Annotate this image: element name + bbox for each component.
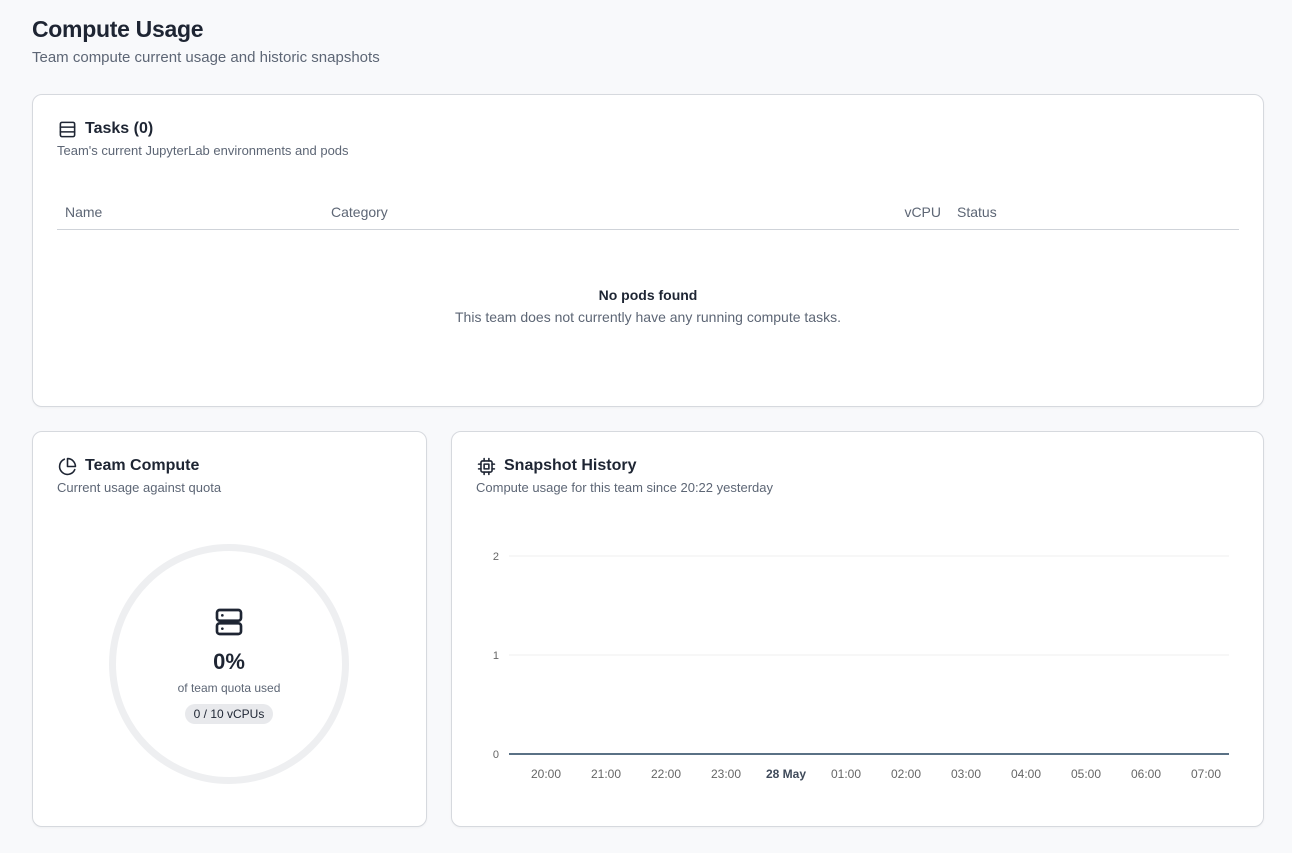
column-header-status[interactable]: Status	[949, 204, 1239, 220]
team-compute-description: Current usage against quota	[57, 480, 222, 495]
x-tick-label: 03:00	[951, 767, 981, 781]
snapshot-history-chart: 0 1 2 20:00 21:00 22:00 23:00 28 May 01:00 02:00 0…	[493, 551, 1229, 781]
empty-state-title: No pods found	[598, 287, 698, 303]
x-tick-label: 21:00	[591, 767, 621, 781]
tasks-title-row: Tasks (0)	[57, 119, 1239, 139]
team-compute-title: Team Compute	[85, 457, 200, 474]
x-tick-label: 23:00	[711, 767, 741, 781]
x-tick-label: 07:00	[1191, 767, 1221, 781]
y-tick-label: 0	[493, 749, 499, 761]
tasks-title: Tasks (0)	[85, 120, 154, 137]
quota-gauge: 0% of team quota used 0 / 10 vCPUs	[109, 544, 349, 784]
y-tick-label: 1	[493, 650, 499, 662]
x-tick-label: 02:00	[891, 767, 921, 781]
x-tick-label: 06:00	[1131, 767, 1161, 781]
page-title: Compute Usage	[32, 16, 204, 42]
column-header-category[interactable]: Category	[323, 204, 897, 220]
snapshot-history-card: Snapshot History Compute usage for this …	[451, 431, 1264, 827]
pie-chart-icon	[57, 456, 77, 476]
empty-state: No pods found This team does not current…	[33, 287, 1263, 325]
quota-caption: of team quota used	[177, 681, 281, 695]
x-tick-label: 28 May	[766, 767, 806, 781]
x-tick-label: 05:00	[1071, 767, 1101, 781]
column-header-name[interactable]: Name	[57, 204, 323, 220]
gauge-content: 0% of team quota used 0 / 10 vCPUs	[116, 606, 342, 724]
tasks-table: Name Category vCPU Status	[57, 195, 1239, 230]
table-header: Name Category vCPU Status	[57, 195, 1239, 230]
table-icon	[57, 119, 77, 139]
x-tick-label: 04:00	[1011, 767, 1041, 781]
team-compute-title-row: Team Compute	[57, 456, 402, 476]
vcpu-badge: 0 / 10 vCPUs	[184, 704, 274, 724]
x-tick-label: 01:00	[831, 767, 861, 781]
server-icon	[213, 608, 245, 642]
page-header: Compute Usage Team compute current usage…	[32, 16, 380, 66]
y-tick-label: 2	[493, 551, 499, 563]
quota-percent: 0%	[213, 649, 245, 674]
team-compute-card: Team Compute Current usage against quota…	[32, 431, 427, 827]
tasks-card: Tasks (0) Team's current JupyterLab envi…	[32, 94, 1264, 407]
column-header-vcpu[interactable]: vCPU	[897, 204, 949, 220]
empty-state-description: This team does not currently have any ru…	[455, 309, 841, 325]
x-tick-label: 22:00	[651, 767, 681, 781]
tasks-description: Team's current JupyterLab environments a…	[57, 143, 349, 158]
page-subtitle: Team compute current usage and historic …	[32, 49, 380, 66]
x-tick-label: 20:00	[531, 767, 561, 781]
